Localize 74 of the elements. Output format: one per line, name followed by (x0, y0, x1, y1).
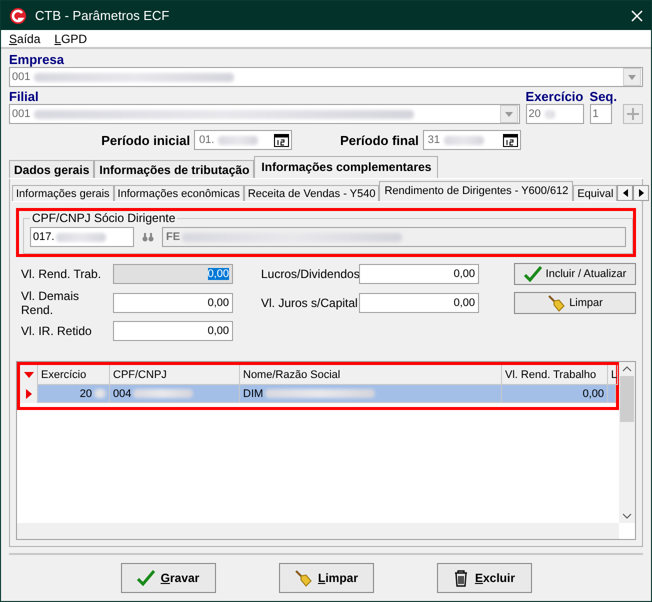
blurred-text (56, 232, 106, 242)
year-field[interactable]: 20 (526, 104, 584, 124)
table-row[interactable]: 20 004 DIM 0,00 (20, 385, 616, 403)
tab[interactable]: Informações gerais (12, 185, 114, 201)
app-logo-icon (9, 6, 27, 24)
menu-item[interactable]: Saída (9, 32, 40, 46)
right-arrow-icon (638, 189, 644, 197)
binoculars-icon[interactable] (142, 232, 154, 242)
branch-dropdown[interactable]: 001 (9, 104, 520, 124)
field-label: Vl. Demais Rend. (21, 289, 80, 317)
amount-text: 0,00 (208, 268, 229, 280)
tab[interactable]: Equival (573, 185, 618, 201)
amount-field[interactable]: 0,00 (113, 321, 233, 341)
field-label: Vl. Rend. Trab. (21, 267, 102, 281)
trash-icon (452, 569, 469, 587)
blurred-text (544, 110, 555, 118)
tab[interactable]: Informações complementares (254, 156, 438, 178)
scroll-left-button[interactable] (617, 185, 634, 201)
name-field: FE (162, 227, 626, 247)
tab[interactable]: Informações econômicas (114, 185, 244, 201)
action-button[interactable]: Incluir / Atualizar (514, 263, 636, 285)
amount-text: 0,00 (454, 268, 475, 280)
field-label: Período final (340, 132, 419, 148)
table-cell: 20 (80, 388, 92, 400)
horizontal-scrollbar[interactable] (17, 523, 619, 539)
field-label: Filial (9, 89, 40, 104)
field-label: Vl. IR. Retido (21, 324, 93, 338)
field-label: Período inicial (101, 132, 190, 148)
blurred-text (444, 136, 484, 144)
scroll-right-button[interactable] (633, 185, 650, 201)
calendar-icon[interactable] (274, 134, 290, 146)
amount-field[interactable]: 0,00 (113, 293, 233, 313)
amount-text: 0,00 (208, 297, 229, 309)
amount-text: 0,00 (454, 297, 475, 309)
field-label: Empresa (9, 52, 65, 67)
tab[interactable]: Informações de tributação (94, 160, 254, 178)
checkmark-icon (524, 266, 542, 282)
close-icon[interactable] (631, 10, 643, 22)
amount-field[interactable]: 0,00 (359, 293, 479, 313)
amount-text: 0,00 (208, 325, 229, 337)
field-label: Lucros/Dividendos (261, 267, 359, 281)
footer-button[interactable]: Excluir (436, 563, 532, 593)
footer-button[interactable]: Gravar (120, 563, 216, 593)
broom-icon (294, 569, 312, 587)
blurred-text (94, 389, 106, 398)
left-arrow-icon (622, 189, 628, 197)
field-label: Vl. Juros s/Capital (261, 296, 359, 310)
blurred-text (133, 389, 194, 398)
sequence-field[interactable]: 1 (590, 104, 612, 124)
field-label: Exercício (526, 89, 584, 104)
blurred-text (218, 136, 258, 144)
broom-icon (547, 294, 566, 312)
company-dropdown[interactable]: 001 (9, 67, 643, 87)
tab[interactable]: Rendimento de Dirigentes - Y600/612 (379, 181, 574, 201)
vertical-scrollbar[interactable] (619, 362, 635, 523)
row-pointer-icon (26, 389, 32, 399)
amount-field[interactable]: 0,00 (359, 264, 479, 284)
calendar-icon[interactable] (502, 134, 518, 146)
field-label: Seq. (590, 89, 617, 104)
table-cell: 0,00 (582, 388, 604, 400)
footer-button[interactable]: Limpar (278, 563, 374, 593)
tab[interactable]: Dados gerais (9, 160, 94, 178)
cpf-field[interactable]: 017. (30, 227, 134, 247)
date-field[interactable]: 31 (422, 130, 521, 150)
table-cell: 004 (113, 388, 132, 400)
checkmark-icon (136, 570, 155, 586)
table-cell: DIM (243, 388, 264, 400)
menu-item[interactable]: LGPD (54, 32, 88, 46)
group-title: CPF/CNPJ Sócio Dirigente (31, 211, 176, 225)
date-field[interactable]: 01. (194, 130, 292, 150)
window-title: CTB - Parâmetros ECF (35, 8, 170, 23)
tab[interactable]: Receita de Vendas - Y540 (244, 185, 380, 201)
sort-arrow-icon[interactable] (24, 372, 34, 378)
action-button[interactable]: Limpar (514, 292, 636, 314)
